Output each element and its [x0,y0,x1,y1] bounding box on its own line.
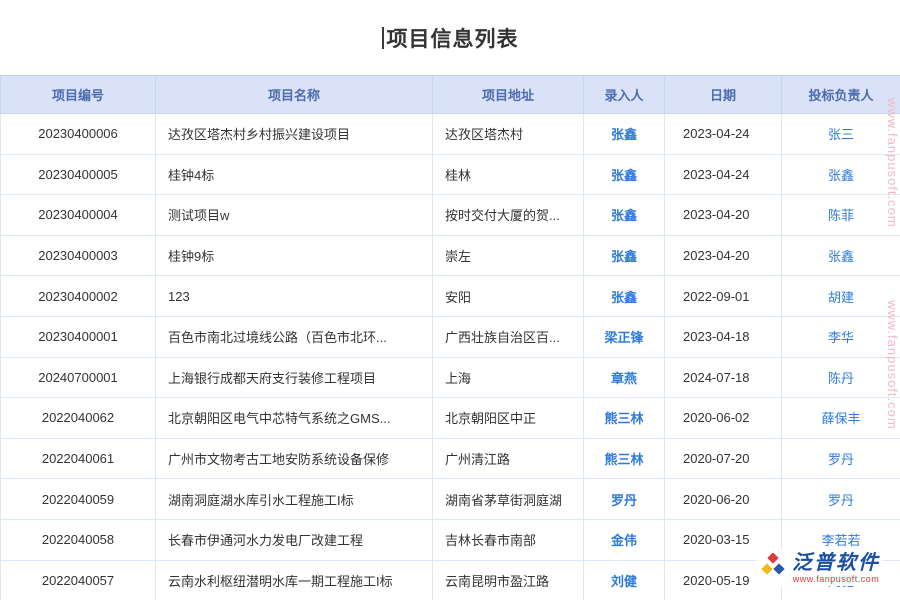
cell-project-id: 20230400005 [1,154,156,195]
column-header: 项目地址 [433,76,584,114]
table-row[interactable]: 2022040062北京朝阳区电气中芯特气系统之GMS...北京朝阳区中正熊三林… [1,398,900,439]
cell-project-id: 2022040061 [1,438,156,479]
cell-bid-leader[interactable]: 罗丹 [782,479,900,520]
table-row[interactable]: 20230400002123安阳张鑫2022-09-01胡建 [1,276,900,317]
cell-project-name: 湖南洞庭湖水库引水工程施工I标 [156,479,433,520]
cell-bid-leader[interactable]: 张鑫 [782,154,900,195]
cell-project-address: 上海 [433,357,584,398]
brand-logo: 泛普软件 www.fanpusoft.com [756,550,884,586]
cell-project-name: 云南水利枢纽潜明水库一期工程施工I标 [156,560,433,600]
cell-date: 2020-06-20 [665,479,782,520]
cell-bid-leader[interactable]: 张三 [782,114,900,155]
cell-project-name: 上海银行成都天府支行装修工程项目 [156,357,433,398]
column-header: 项目名称 [156,76,433,114]
cell-project-name: 测试项目w [156,195,433,236]
cell-date: 2023-04-18 [665,316,782,357]
cell-project-id: 20230400004 [1,195,156,236]
title-bar: 项目信息列表 [0,0,900,75]
cell-bid-leader[interactable]: 陈丹 [782,357,900,398]
cell-entry-person[interactable]: 张鑫 [584,235,665,276]
cell-entry-person[interactable]: 罗丹 [584,479,665,520]
brand-text: 泛普软件 www.fanpusoft.com [792,552,880,584]
table-row[interactable]: 20230400003桂钟9标崇左张鑫2023-04-20张鑫 [1,235,900,276]
cell-project-address: 安阳 [433,276,584,317]
column-header: 录入人 [584,76,665,114]
cell-project-id: 2022040058 [1,519,156,560]
cell-project-name: 达孜区塔杰村乡村振兴建设项目 [156,114,433,155]
cell-project-address: 桂林 [433,154,584,195]
cell-project-id: 2022040057 [1,560,156,600]
cell-project-id: 20240700001 [1,357,156,398]
table-row[interactable]: 20240700001上海银行成都天府支行装修工程项目上海章燕2024-07-1… [1,357,900,398]
cell-bid-leader[interactable]: 张鑫 [782,235,900,276]
cell-entry-person[interactable]: 梁正锋 [584,316,665,357]
cell-project-name: 北京朝阳区电气中芯特气系统之GMS... [156,398,433,439]
cell-date: 2022-09-01 [665,276,782,317]
cell-date: 2020-06-02 [665,398,782,439]
cell-project-address: 湖南省茅草街洞庭湖 [433,479,584,520]
cell-project-address: 按时交付大厦的贺... [433,195,584,236]
cell-entry-person[interactable]: 金伟 [584,519,665,560]
cell-project-address: 达孜区塔杰村 [433,114,584,155]
cell-project-name: 长春市伊通河水力发电厂改建工程 [156,519,433,560]
cell-date: 2024-07-18 [665,357,782,398]
cell-entry-person[interactable]: 张鑫 [584,154,665,195]
cell-project-address: 吉林长春市南部 [433,519,584,560]
cell-entry-person[interactable]: 张鑫 [584,276,665,317]
cell-entry-person[interactable]: 张鑫 [584,114,665,155]
project-info-page: 项目信息列表 项目编号项目名称项目地址录入人日期投标负责人 2023040000… [0,0,900,600]
column-header: 日期 [665,76,782,114]
cell-project-id: 2022040062 [1,398,156,439]
cell-project-address: 广西壮族自治区百... [433,316,584,357]
cell-date: 2023-04-24 [665,114,782,155]
cell-project-id: 2022040059 [1,479,156,520]
cell-entry-person[interactable]: 张鑫 [584,195,665,236]
table-row[interactable]: 20230400006达孜区塔杰村乡村振兴建设项目达孜区塔杰村张鑫2023-04… [1,114,900,155]
cell-date: 2023-04-20 [665,235,782,276]
text-cursor [382,27,384,49]
cell-bid-leader[interactable]: 薛保丰 [782,398,900,439]
cell-project-name: 123 [156,276,433,317]
column-header: 项目编号 [1,76,156,114]
cell-entry-person[interactable]: 刘健 [584,560,665,600]
table-row[interactable]: 20230400001百色市南北过境线公路（百色市北环...广西壮族自治区百..… [1,316,900,357]
cell-project-address: 北京朝阳区中正 [433,398,584,439]
table-row[interactable]: 20230400005桂钟4标桂林张鑫2023-04-24张鑫 [1,154,900,195]
project-table: 项目编号项目名称项目地址录入人日期投标负责人 20230400006达孜区塔杰村… [0,75,900,600]
page-title: 项目信息列表 [387,23,519,53]
cell-bid-leader[interactable]: 罗丹 [782,438,900,479]
brand-url: www.fanpusoft.com [793,574,880,584]
cell-entry-person[interactable]: 熊三林 [584,438,665,479]
cell-project-name: 广州市文物考古工地安防系统设备保修 [156,438,433,479]
cell-project-name: 百色市南北过境线公路（百色市北环... [156,316,433,357]
table-row[interactable]: 20230400004测试项目w按时交付大厦的贺...张鑫2023-04-20陈… [1,195,900,236]
cell-project-id: 20230400001 [1,316,156,357]
cell-bid-leader[interactable]: 陈菲 [782,195,900,236]
cell-date: 2023-04-24 [665,154,782,195]
cell-bid-leader[interactable]: 李华 [782,316,900,357]
cell-date: 2020-07-20 [665,438,782,479]
cell-project-name: 桂钟9标 [156,235,433,276]
brand-name: 泛普软件 [792,552,880,574]
fanpu-logo-icon [760,553,786,584]
cell-bid-leader[interactable]: 胡建 [782,276,900,317]
column-header: 投标负责人 [782,76,900,114]
cell-project-address: 崇左 [433,235,584,276]
table-row[interactable]: 2022040061广州市文物考古工地安防系统设备保修广州清江路熊三林2020-… [1,438,900,479]
cell-entry-person[interactable]: 章燕 [584,357,665,398]
table-row[interactable]: 2022040059湖南洞庭湖水库引水工程施工I标湖南省茅草街洞庭湖罗丹2020… [1,479,900,520]
cell-project-id: 20230400006 [1,114,156,155]
table-header-row: 项目编号项目名称项目地址录入人日期投标负责人 [1,76,900,114]
cell-entry-person[interactable]: 熊三林 [584,398,665,439]
cell-date: 2023-04-20 [665,195,782,236]
cell-project-id: 20230400003 [1,235,156,276]
cell-project-id: 20230400002 [1,276,156,317]
cell-project-address: 广州清江路 [433,438,584,479]
cell-project-name: 桂钟4标 [156,154,433,195]
cell-project-address: 云南昆明市盈江路 [433,560,584,600]
